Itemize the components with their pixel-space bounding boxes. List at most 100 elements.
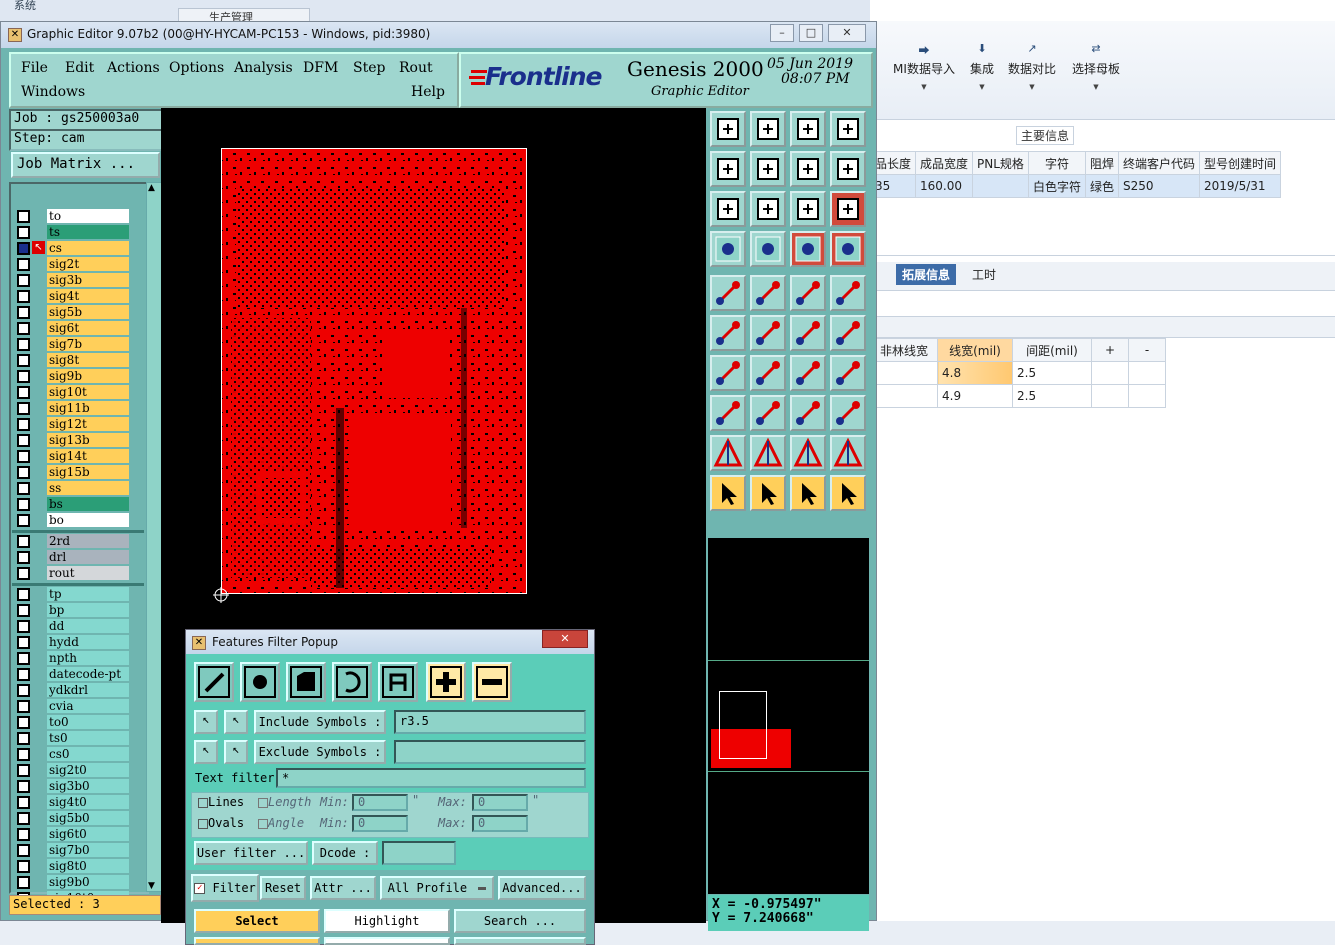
grid-cell[interactable]: S250 (1117, 174, 1200, 198)
layer-row[interactable]: sig10t (47, 385, 129, 399)
scale-1-2-tool-button[interactable] (790, 191, 826, 227)
layer-checkbox[interactable] (17, 796, 30, 809)
triangle-snap-tool-button[interactable] (710, 435, 746, 471)
layer-row[interactable]: sig2t0 (47, 763, 129, 777)
layer-row[interactable]: to (47, 209, 129, 223)
layer-row[interactable]: drl (47, 550, 129, 564)
menu-windows[interactable]: Windows (21, 84, 85, 100)
layer-row[interactable]: sig6t0 (47, 827, 129, 841)
menu-dfm[interactable]: DFM (303, 60, 338, 76)
highlight-button[interactable]: Highlight (324, 909, 450, 933)
menu-edit[interactable]: Edit (65, 60, 94, 76)
layer-row[interactable]: cs (47, 241, 129, 255)
grid-cell[interactable]: 绿色 (1084, 174, 1119, 198)
lines-checkbox[interactable] (198, 798, 208, 808)
rotate-tool-button[interactable] (790, 355, 826, 391)
dcode-button[interactable]: Dcode : (312, 841, 378, 865)
grid2-header-cell[interactable]: 间距(mil) (1012, 338, 1092, 362)
layer-row[interactable]: sig14t (47, 449, 129, 463)
filter-line-button[interactable] (194, 662, 234, 702)
grid-cell[interactable]: 2019/5/31 (1198, 174, 1282, 198)
layer-checkbox[interactable] (17, 386, 30, 399)
mirror-text-tool-button[interactable] (830, 355, 866, 391)
layer-row[interactable]: sig7b0 (47, 843, 129, 857)
angle-min-input[interactable]: 0 (352, 815, 408, 832)
layer-row[interactable]: sig9b0 (47, 875, 129, 889)
layer-row[interactable]: bp (47, 603, 129, 617)
layer-row[interactable]: hydd (47, 635, 129, 649)
pointer-box-tool-button[interactable] (750, 475, 786, 511)
length-checkbox[interactable] (258, 798, 268, 808)
layer-checkbox[interactable] (17, 306, 30, 319)
triangle-center-tool-button[interactable] (830, 435, 866, 471)
layer-checkbox[interactable] (17, 226, 30, 239)
length-max-input[interactable]: 0 (472, 794, 528, 811)
move-pad-tool-button[interactable] (710, 395, 746, 431)
layer-checkbox[interactable] (17, 652, 30, 665)
grid-header-cell[interactable]: 字符 (1027, 151, 1086, 175)
layer-row[interactable]: ts (47, 225, 129, 239)
layer-checkbox[interactable] (17, 514, 30, 527)
layer-checkbox[interactable] (17, 434, 30, 447)
grid-tool-button[interactable] (750, 231, 786, 267)
layer-row[interactable]: ss (47, 481, 129, 495)
triangle-edge-tool-button[interactable] (790, 435, 826, 471)
polygon-tool-tool-button[interactable] (750, 275, 786, 311)
layer-checkbox[interactable] (17, 370, 30, 383)
search-button[interactable]: Search ... (454, 909, 586, 933)
diagonal-line-tool-button[interactable] (750, 355, 786, 391)
grid2-cell[interactable]: 4.8 (937, 361, 1013, 385)
integrate-button[interactable]: ⬇ 集成 ▼ (966, 42, 998, 91)
layer-checkbox[interactable] (17, 450, 30, 463)
layer-checkbox[interactable] (17, 812, 30, 825)
include-arrow-left-icon[interactable]: ↖ (194, 710, 218, 734)
grid-header-cell[interactable]: 品长度 (869, 151, 917, 175)
menu-rout[interactable]: Rout (399, 60, 433, 76)
tab-work-hours[interactable]: 工时 (972, 266, 996, 283)
layer-row[interactable]: sig3b0 (47, 779, 129, 793)
grid2-header-cell[interactable]: 非林线宽 (870, 338, 938, 362)
layer-checkbox[interactable] (17, 588, 30, 601)
grid2-cell[interactable] (1128, 361, 1166, 385)
layer-checkbox[interactable] (17, 354, 30, 367)
layer-checkbox[interactable] (17, 604, 30, 617)
layer-row[interactable]: ts0 (47, 731, 129, 745)
grid2-cell[interactable] (870, 384, 938, 408)
search-row2-button[interactable] (454, 937, 586, 945)
pad-tool-tool-button[interactable] (710, 275, 746, 311)
layer-row[interactable]: sig5b (47, 305, 129, 319)
layer-checkbox[interactable] (17, 242, 30, 255)
mi-import-button[interactable]: ⮕ MI数据导入 ▼ (892, 42, 956, 91)
grid2-cell[interactable] (1091, 384, 1129, 408)
grid-cell[interactable] (972, 174, 1029, 198)
fit-profile-tool-button[interactable] (750, 191, 786, 227)
layer-row[interactable]: 2rd (47, 534, 129, 548)
layer-row[interactable]: to0 (47, 715, 129, 729)
grid2-cell[interactable] (870, 361, 938, 385)
grid-cell[interactable]: 35 (869, 174, 917, 198)
undo-zoom-tool-button[interactable] (790, 151, 826, 187)
grid-header-cell[interactable]: 终端客户代码 (1117, 151, 1200, 175)
close-button[interactable]: ✕ (828, 24, 866, 42)
layer-checkbox[interactable] (17, 418, 30, 431)
snap-settings-tool-button[interactable] (710, 231, 746, 267)
grid2-cell[interactable]: 2.5 (1012, 361, 1092, 385)
exclude-symbols-input[interactable] (394, 740, 586, 764)
layer-display-alt-tool-button[interactable] (830, 231, 866, 267)
filter-arc-button[interactable] (332, 662, 372, 702)
grid-header-cell[interactable]: 型号创建时间 (1198, 151, 1282, 175)
layer-row[interactable]: sig13b (47, 433, 129, 447)
grid-header-cell[interactable]: 成品宽度 (915, 151, 974, 175)
scroll-up-icon[interactable]: ▲ (148, 183, 155, 193)
grid2-header-cell[interactable]: 线宽(mil) (937, 338, 1013, 362)
filter-negative-button[interactable] (472, 662, 512, 702)
layer-row[interactable]: sig8t0 (47, 859, 129, 873)
layer-checkbox[interactable] (17, 535, 30, 548)
menu-file[interactable]: File (21, 60, 48, 76)
layer-checkbox[interactable] (17, 322, 30, 335)
layer-checkbox[interactable] (17, 732, 30, 745)
grid-header-cell[interactable]: 阻焊 (1084, 151, 1119, 175)
select-row2-button[interactable] (194, 937, 320, 945)
layer-row[interactable]: sig12t (47, 417, 129, 431)
layer-checkbox[interactable] (17, 498, 30, 511)
